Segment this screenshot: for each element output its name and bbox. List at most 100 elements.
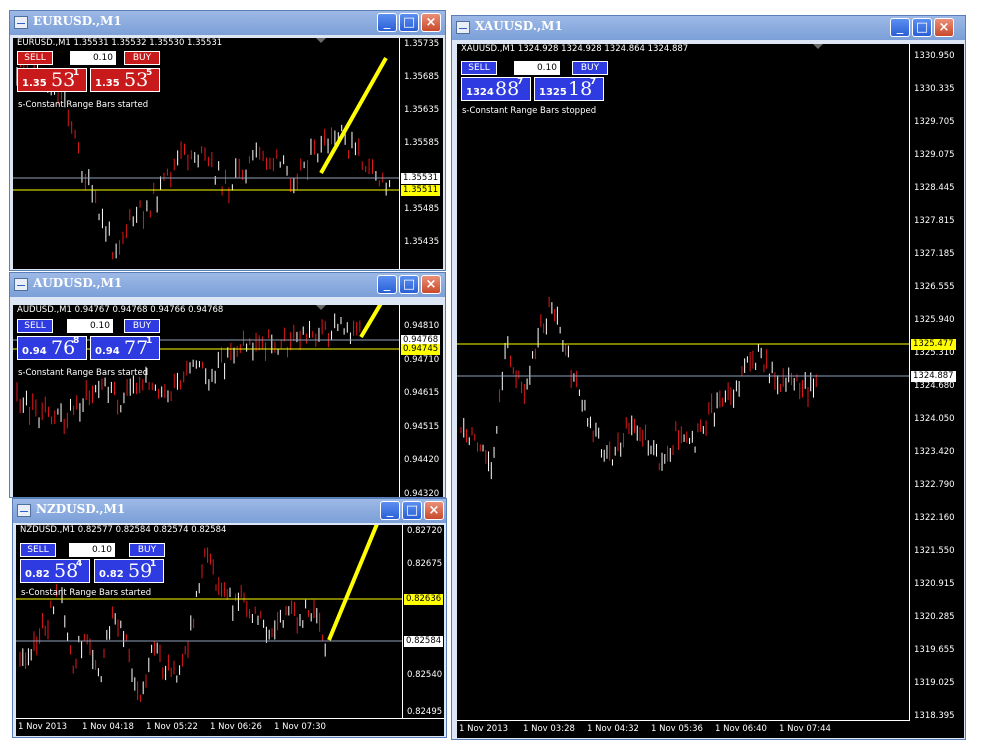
symbol-info: XAUUSD.,M1 1324.928 1324.928 1324.864 13… <box>461 44 689 54</box>
sell-button[interactable]: SELL <box>17 319 53 333</box>
price-tick: 1.35735 <box>404 39 440 49</box>
price-tick: 1328.445 <box>914 183 955 193</box>
buy-price-pips: 77 <box>124 337 149 359</box>
chart-window-nzdusd[interactable]: NZDUSD.,M1 _ □ × NZDUSD.,M1 0.82577 0.82… <box>12 498 447 738</box>
time-tick: 1 Nov 05:36 <box>651 724 703 734</box>
time-tick: 1 Nov 06:26 <box>210 722 262 732</box>
price-tick: 0.82540 <box>407 670 443 680</box>
price-tick: 1327.185 <box>914 249 955 259</box>
lot-size-input[interactable]: 0.10 <box>514 61 560 75</box>
buy-price[interactable]: 1.35 53 5 <box>90 68 160 92</box>
price-chart[interactable]: XAUUSD.,M1 1324.928 1324.928 1324.864 13… <box>457 44 964 738</box>
sell-price[interactable]: 0.94 76 8 <box>17 336 87 360</box>
close-icon[interactable]: × <box>934 18 954 37</box>
maximize-icon[interactable]: □ <box>912 18 932 37</box>
price-axis <box>909 44 910 721</box>
maximize-icon[interactable]: □ <box>402 501 422 520</box>
price-chart[interactable]: EURUSD.,M1 1.35531 1.35532 1.35530 1.355… <box>13 38 443 269</box>
buy-price[interactable]: 1325 18 7 <box>534 77 604 101</box>
time-tick: 1 Nov 05:22 <box>146 722 198 732</box>
price-chart[interactable]: NZDUSD.,M1 0.82577 0.82584 0.82574 0.825… <box>16 525 444 736</box>
price-tick: 1322.790 <box>914 480 955 490</box>
buy-price-pips: 59 <box>128 560 153 582</box>
price-tick: 1324.680 <box>914 381 955 391</box>
price-tick: 1.35585 <box>404 138 440 148</box>
time-tick: 1 Nov 2013 <box>459 724 509 734</box>
price-tick: 1318.395 <box>914 711 955 721</box>
price-tick: 1329.705 <box>914 117 955 127</box>
sell-price-pips: 88 <box>495 78 520 100</box>
sell-price[interactable]: 0.82 58 4 <box>20 559 90 583</box>
buy-price-fraction: 1 <box>150 559 157 569</box>
close-icon[interactable]: × <box>424 501 444 520</box>
buy-price[interactable]: 0.82 59 1 <box>94 559 164 583</box>
price-tick: 1330.950 <box>914 51 955 61</box>
lot-size-input[interactable]: 0.10 <box>69 543 115 557</box>
price-tick: 1326.555 <box>914 282 955 292</box>
price-tick: 1320.915 <box>914 579 955 589</box>
price-tick: 1327.815 <box>914 216 955 226</box>
sell-price[interactable]: 1324 88 7 <box>461 77 531 101</box>
time-tick: 1 Nov 07:44 <box>779 724 831 734</box>
price-tick: 1330.335 <box>914 84 955 94</box>
price-axis <box>402 525 403 719</box>
buy-price-fraction: 7 <box>590 77 597 87</box>
window-title: NZDUSD.,M1 <box>36 502 126 516</box>
buy-button[interactable]: BUY <box>572 61 608 75</box>
buy-price[interactable]: 0.94 77 1 <box>90 336 160 360</box>
price-tick: 1.35435 <box>404 237 440 247</box>
chart-window-icon <box>14 278 28 291</box>
price-chart[interactable]: AUDUSD.,M1 0.94767 0.94768 0.94766 0.947… <box>13 305 443 498</box>
price-tick: 1319.025 <box>914 678 955 688</box>
title-bar[interactable]: NZDUSD.,M1 _ □ × <box>13 499 446 523</box>
sell-button[interactable]: SELL <box>461 61 497 75</box>
maximize-icon[interactable]: □ <box>399 275 419 294</box>
sell-price-major: 1324 <box>466 87 494 98</box>
lot-size-input[interactable]: 0.10 <box>70 51 116 65</box>
buy-price-major: 0.82 <box>99 569 124 580</box>
sell-button[interactable]: SELL <box>17 51 53 65</box>
price-tick: 1319.655 <box>914 645 955 655</box>
sell-price-fraction: 8 <box>73 336 80 346</box>
sell-price[interactable]: 1.35 53 1 <box>17 68 87 92</box>
price-tick: 0.94515 <box>404 422 440 432</box>
bid-price-tag: 0.82636 <box>404 594 444 605</box>
buy-button[interactable]: BUY <box>129 543 165 557</box>
chart-window-eurusd[interactable]: EURUSD.,M1 _ □ × EURUSD.,M1 1.35531 1.35… <box>9 10 446 271</box>
minimize-icon[interactable]: _ <box>377 13 397 32</box>
price-tick: 1.35485 <box>404 204 440 214</box>
ask-price-tag: 0.82584 <box>404 636 444 647</box>
sell-price-pips: 58 <box>54 560 79 582</box>
chart-window-audusd[interactable]: AUDUSD.,M1 _ □ × AUDUSD.,M1 0.94767 0.94… <box>9 272 446 498</box>
buy-button[interactable]: BUY <box>124 319 160 333</box>
title-bar[interactable]: AUDUSD.,M1 _ □ × <box>10 273 445 297</box>
bid-price-tag: 0.94745 <box>401 344 441 355</box>
sell-button[interactable]: SELL <box>20 543 56 557</box>
minimize-icon[interactable]: _ <box>377 275 397 294</box>
maximize-icon[interactable]: □ <box>399 13 419 32</box>
bid-price-tag: 1325.477 <box>911 339 956 350</box>
sell-price-fraction: 4 <box>76 559 83 569</box>
minimize-icon[interactable]: _ <box>380 501 400 520</box>
price-tick: 0.94710 <box>404 355 440 365</box>
title-bar[interactable]: EURUSD.,M1 _ □ × <box>10 11 445 35</box>
expert-status: s-Constant Range Bars stopped <box>462 106 597 116</box>
lot-size-input[interactable]: 0.10 <box>67 319 113 333</box>
price-axis <box>399 305 400 497</box>
window-title: AUDUSD.,M1 <box>33 276 123 290</box>
title-bar[interactable]: XAUUSD.,M1 _ □ × <box>452 16 965 40</box>
chart-window-icon <box>17 504 31 517</box>
minimize-icon[interactable]: _ <box>890 18 910 37</box>
price-tick: 1323.420 <box>914 447 955 457</box>
price-tick: 0.82675 <box>407 559 443 569</box>
chart-window-icon <box>14 16 28 29</box>
close-icon[interactable]: × <box>421 275 441 294</box>
buy-button[interactable]: BUY <box>124 51 160 65</box>
sell-price-pips: 76 <box>51 337 76 359</box>
price-tick: 0.94320 <box>404 489 440 498</box>
price-tick: 0.94615 <box>404 388 440 398</box>
close-icon[interactable]: × <box>421 13 441 32</box>
price-tick: 1324.050 <box>914 414 955 424</box>
chart-window-xauusd[interactable]: XAUUSD.,M1 _ □ × XAUUSD.,M1 1324.928 132… <box>451 15 966 740</box>
price-tick: 0.94420 <box>404 455 440 465</box>
